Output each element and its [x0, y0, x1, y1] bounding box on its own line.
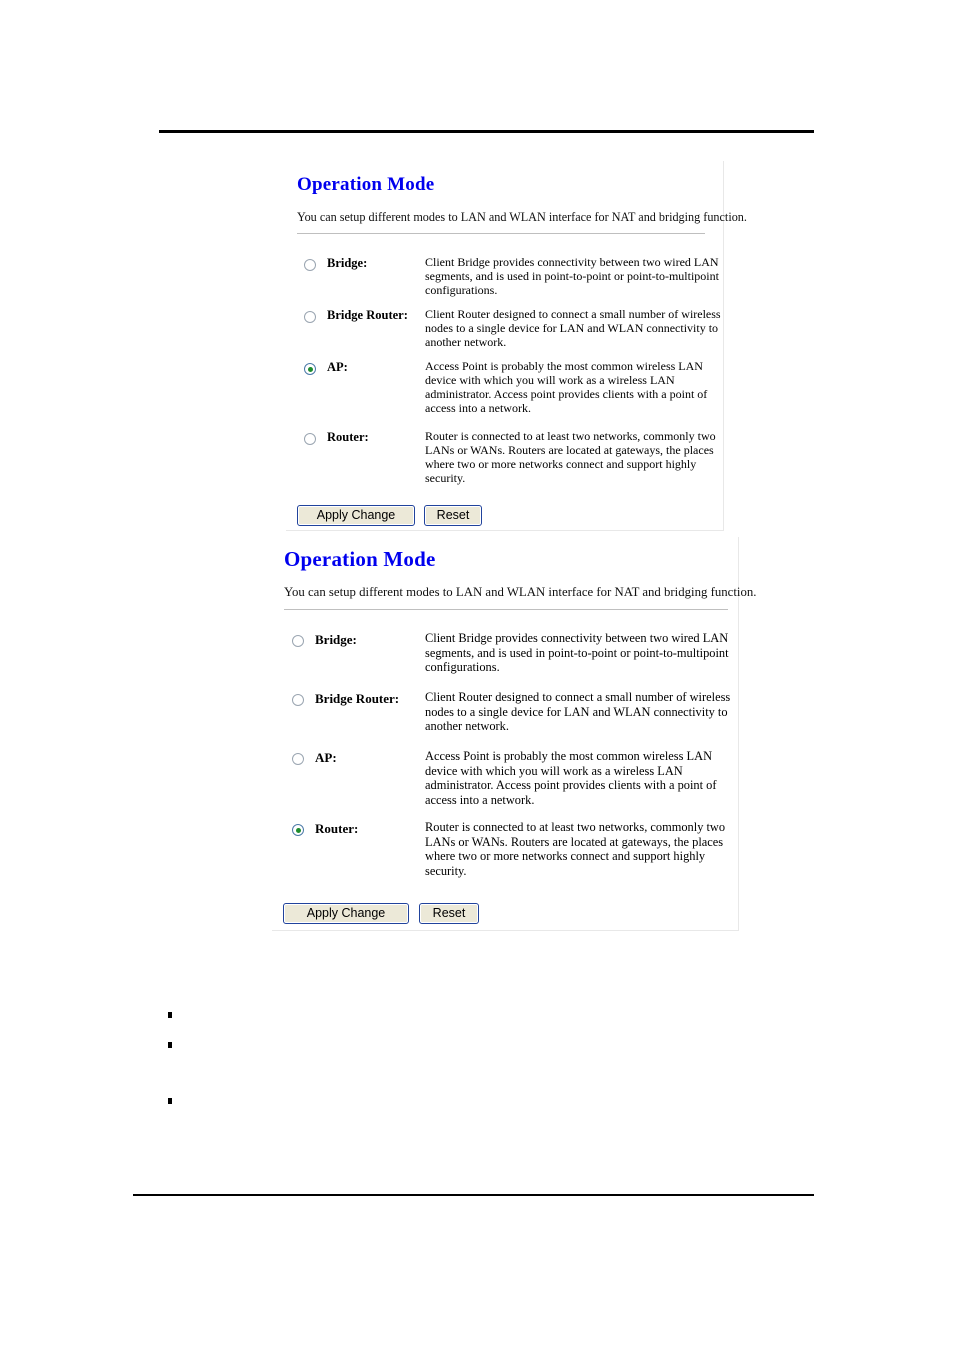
operation-mode-panel-ap: Operation Mode You can setup different m… [286, 161, 747, 531]
panel-button-bar: Apply Change Reset [283, 903, 479, 924]
radio-bridge[interactable] [304, 259, 316, 271]
list-item [168, 1008, 182, 1018]
option-label-bridge-router: Bridge Router: [327, 308, 408, 322]
apply-change-button[interactable]: Apply Change [283, 903, 409, 924]
page-header-rule [159, 130, 814, 133]
option-description-ap: Access Point is probably the most common… [425, 359, 708, 416]
option-description-bridge-router: Client Router designed to connect a smal… [425, 307, 721, 350]
square-bullet-icon [168, 1042, 172, 1048]
panel-description: You can setup different modes to LAN and… [284, 585, 757, 599]
radio-bridge-router[interactable] [304, 311, 316, 323]
option-row-bridge[interactable]: Bridge: Client Bridge provides connectiv… [286, 255, 723, 309]
option-row-bridge-router[interactable]: Bridge Router: Client Router designed to… [272, 690, 738, 751]
option-row-router[interactable]: Router: Router is connected to at least … [286, 429, 723, 501]
radio-router[interactable] [292, 824, 304, 836]
radio-ap[interactable] [292, 753, 304, 765]
operation-mode-panel-router: Operation Mode You can setup different m… [272, 537, 756, 931]
option-description-router: Router is connected to at least two netw… [425, 429, 716, 486]
list-item [168, 1038, 182, 1048]
panel-divider [297, 233, 705, 234]
square-bullet-icon [168, 1012, 172, 1018]
operation-mode-option-list: Bridge: Client Bridge provides connectiv… [286, 255, 723, 501]
option-row-bridge-router[interactable]: Bridge Router: Client Router designed to… [286, 307, 723, 361]
list-item [168, 1094, 182, 1104]
option-label-bridge: Bridge: [327, 256, 368, 270]
option-row-ap[interactable]: AP: Access Point is probably the most co… [286, 359, 723, 431]
panel-description: You can setup different modes to LAN and… [297, 210, 747, 224]
option-label-bridge-router: Bridge Router: [315, 691, 400, 706]
option-label-router: Router: [315, 821, 359, 836]
panel-button-bar: Apply Change Reset [297, 505, 482, 526]
square-bullet-icon [168, 1098, 172, 1104]
option-description-router: Router is connected to at least two netw… [425, 820, 726, 878]
reset-button[interactable]: Reset [424, 505, 482, 526]
page-title: Operation Mode [284, 547, 436, 571]
operation-mode-option-list: Bridge: Client Bridge provides connectiv… [272, 631, 738, 893]
option-label-ap: AP: [327, 360, 348, 374]
option-row-router[interactable]: Router: Router is connected to at least … [272, 820, 738, 893]
apply-change-button[interactable]: Apply Change [297, 505, 415, 526]
page-footer-rule [133, 1194, 814, 1196]
radio-bridge-router[interactable] [292, 694, 304, 706]
option-description-bridge-router: Client Router designed to connect a smal… [425, 690, 731, 734]
option-row-ap[interactable]: AP: Access Point is probably the most co… [272, 749, 738, 822]
radio-bridge[interactable] [292, 635, 304, 647]
option-description-ap: Access Point is probably the most common… [425, 749, 717, 807]
option-label-ap: AP: [315, 750, 337, 765]
page-title: Operation Mode [297, 174, 435, 195]
option-label-bridge: Bridge: [315, 632, 357, 647]
option-description-bridge: Client Bridge provides connectivity betw… [425, 255, 719, 298]
radio-router[interactable] [304, 433, 316, 445]
panel-divider [284, 609, 728, 610]
option-label-router: Router: [327, 430, 369, 444]
reset-button[interactable]: Reset [419, 903, 479, 924]
option-description-bridge: Client Bridge provides connectivity betw… [425, 631, 729, 675]
radio-ap[interactable] [304, 363, 316, 375]
option-row-bridge[interactable]: Bridge: Client Bridge provides connectiv… [272, 631, 738, 692]
